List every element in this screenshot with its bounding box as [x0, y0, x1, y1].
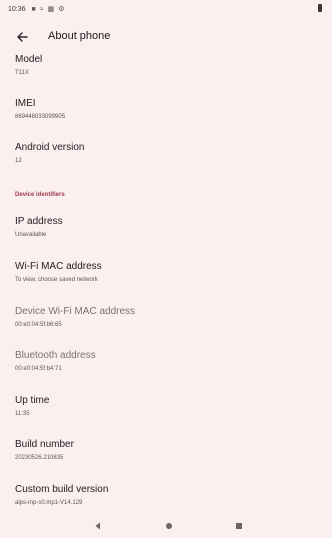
device-wifi-mac-item[interactable]: Device Wi-Fi MAC address 00:e0:04:5f:b6:… [15, 306, 315, 329]
item-label: Build number [15, 439, 74, 450]
wifi-icon: ≈ [39, 5, 44, 13]
item-value: T11X [15, 70, 29, 76]
item-value: To view, choose saved network [15, 277, 98, 283]
nav-recents-icon[interactable] [236, 523, 242, 529]
android-version-item[interactable]: Android version 12 [15, 142, 315, 165]
section-header: Device identifiers [15, 192, 65, 198]
item-label: Up time [15, 395, 50, 406]
up-time-item[interactable]: Up time 11:35 [15, 395, 315, 418]
item-label: Custom build version [15, 484, 109, 495]
item-label: Android version [15, 142, 85, 153]
item-value: 00:e0:04:5f:b6:65 [15, 322, 62, 328]
back-arrow-icon[interactable] [14, 29, 30, 45]
build-number-item[interactable]: Build number 20230526.210835 [15, 439, 315, 462]
custom-build-version-item[interactable]: Custom build version alps-mp-s0.mp1-V14.… [15, 484, 315, 507]
item-value: 00:e0:04:5f:b4:71 [15, 366, 62, 372]
item-value: alps-mp-s0.mp1-V14.129 [15, 500, 83, 506]
item-value: 11:35 [15, 411, 30, 417]
item-label: IMEI [15, 98, 36, 109]
status-time: 10:36 [8, 5, 26, 13]
bluetooth-address-item[interactable]: Bluetooth address 00:e0:04:5f:b4:71 [15, 350, 315, 373]
settings-icon: ⚙ [58, 6, 65, 13]
item-label: IP address [15, 216, 63, 227]
imei-item[interactable]: IMEI 869448033099905 [15, 98, 315, 121]
ip-address-item[interactable]: IP address Unavailable [15, 216, 315, 239]
item-label: Model [15, 54, 43, 65]
nav-back-icon[interactable] [94, 522, 102, 530]
page-title: About phone [48, 30, 111, 42]
storage-icon: ▦ [47, 6, 55, 13]
app-bar: About phone [0, 24, 332, 50]
item-label: Device Wi-Fi MAC address [15, 306, 136, 317]
item-value: 869448033099905 [15, 114, 66, 120]
wifi-mac-item[interactable]: Wi-Fi MAC address To view, choose saved … [15, 261, 315, 284]
item-label: Bluetooth address [15, 350, 96, 361]
item-label: Wi-Fi MAC address [15, 261, 102, 272]
battery-icon [318, 4, 322, 12]
item-value: 12 [15, 158, 22, 164]
settings-list[interactable]: Model T11X IMEI 869448033099905 Android … [0, 50, 332, 514]
notification-icon: ■ [31, 5, 36, 13]
status-bar: 10:36 ■ ≈ ▦ ⚙ [0, 0, 332, 18]
item-value: 20230526.210835 [15, 455, 64, 461]
model-item[interactable]: Model T11X [15, 54, 315, 77]
navigation-bar [0, 514, 332, 538]
nav-home-icon[interactable] [166, 523, 172, 529]
item-value: Unavailable [15, 232, 47, 238]
